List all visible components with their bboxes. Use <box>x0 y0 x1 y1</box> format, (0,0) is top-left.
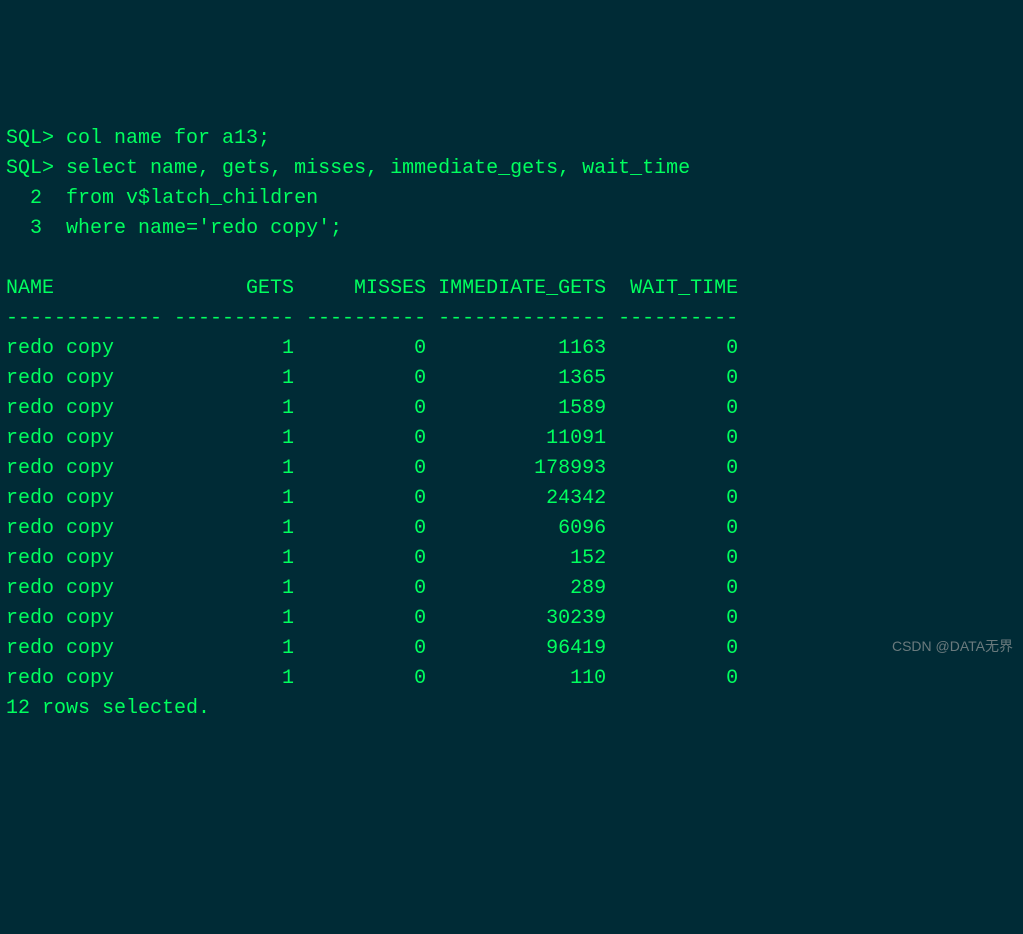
table-body: redo copy 1 0 1163 0 redo copy 1 0 1365 … <box>6 337 738 690</box>
result-footer: 12 rows selected. <box>6 697 210 720</box>
table-header-row: NAME GETS MISSES IMMEDIATE_GETS WAIT_TIM… <box>6 277 738 300</box>
sql-continuation: 3 where name='redo copy'; <box>6 217 342 240</box>
sql-continuation: 2 from v$latch_children <box>6 187 318 210</box>
table-separator-row: ------------- ---------- ---------- ----… <box>6 307 738 330</box>
sql-prompt: SQL> col name for a13; <box>6 127 270 150</box>
sql-prompt: SQL> select name, gets, misses, immediat… <box>6 157 690 180</box>
watermark: CSDN @DATA无界 <box>892 636 1013 657</box>
terminal-output: SQL> col name for a13; SQL> select name,… <box>6 124 1017 724</box>
